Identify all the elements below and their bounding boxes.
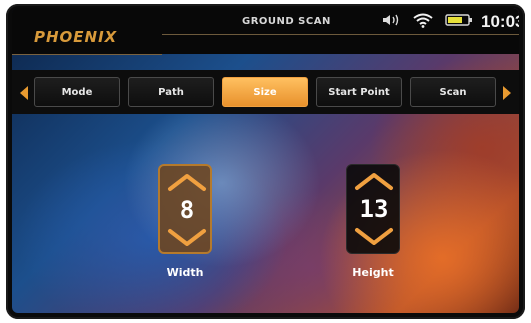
device-frame: PHOENIX GROUND SCAN 10:03 Mo xyxy=(6,4,525,319)
screen-title: GROUND SCAN xyxy=(242,16,331,27)
screen: PHOENIX GROUND SCAN 10:03 Mo xyxy=(12,8,519,313)
top-bar: PHOENIX GROUND SCAN 10:03 xyxy=(12,8,519,55)
chevron-up-icon[interactable] xyxy=(347,169,401,193)
chevron-down-icon[interactable] xyxy=(160,226,214,250)
height-value: 13 xyxy=(359,195,389,223)
clock: 10:03 xyxy=(481,12,519,31)
width-label: Width xyxy=(166,266,204,279)
tab-bar: Mode Path Size Start Point Scan xyxy=(12,70,519,114)
speaker-icon xyxy=(383,14,399,26)
width-stepper: 8 xyxy=(158,164,212,254)
tab-start-point[interactable]: Start Point xyxy=(316,77,402,107)
height-stepper: 13 xyxy=(346,164,400,254)
tab-scan[interactable]: Scan xyxy=(410,77,496,107)
battery-icon xyxy=(445,14,472,26)
chevron-up-icon[interactable] xyxy=(160,170,214,194)
app-logo: PHOENIX xyxy=(34,28,118,46)
header-divider xyxy=(162,34,519,35)
width-value: 8 xyxy=(179,196,195,224)
chevron-down-icon[interactable] xyxy=(347,225,401,249)
tab-mode[interactable]: Mode xyxy=(34,77,120,107)
triangle-right-icon[interactable] xyxy=(503,86,511,100)
wifi-icon xyxy=(413,13,433,28)
height-label: Height xyxy=(352,266,394,279)
tab-path[interactable]: Path xyxy=(128,77,214,107)
triangle-left-icon[interactable] xyxy=(20,86,28,100)
tab-size[interactable]: Size xyxy=(222,77,308,107)
